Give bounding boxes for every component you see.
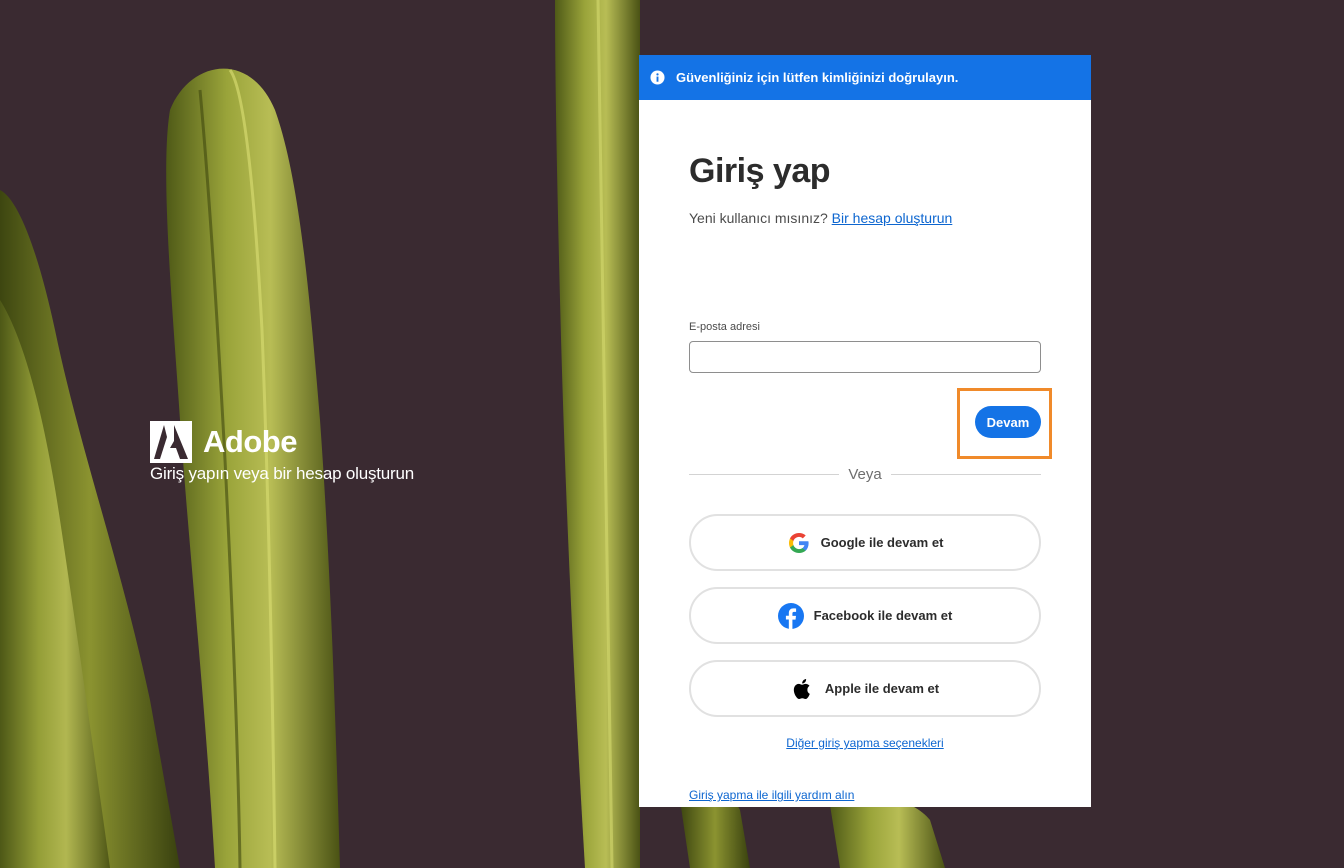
brand-name: Adobe (203, 424, 297, 459)
email-field[interactable] (689, 341, 1041, 373)
page-title: Giriş yap (689, 152, 831, 190)
continue-button[interactable]: Devam (975, 406, 1041, 438)
other-options-container: Diğer giriş yapma seçenekleri (689, 736, 1041, 750)
banner-text: Güvenliğiniz için lütfen kimliğinizi doğ… (676, 70, 959, 85)
facebook-icon (777, 602, 804, 629)
new-user-prompt: Yeni kullanıcı mısınız? Bir hesap oluştu… (689, 210, 952, 226)
signin-card: Güvenliğiniz için lütfen kimliğinizi doğ… (639, 55, 1091, 807)
new-user-text: Yeni kullanıcı mısınız? (689, 210, 828, 226)
create-account-link[interactable]: Bir hesap oluşturun (832, 210, 953, 226)
signin-help-link[interactable]: Giriş yapma ile ilgili yardım alın (689, 788, 854, 802)
google-signin-button[interactable]: Google ile devam et (689, 514, 1041, 571)
help-container: Giriş yapma ile ilgili yardım alın (689, 788, 854, 802)
info-icon (650, 70, 665, 85)
google-icon (788, 532, 809, 553)
adobe-brand: Adobe Giriş yapın veya bir hesap oluştur… (150, 421, 414, 484)
google-button-label: Google ile devam et (820, 535, 944, 550)
or-text: Veya (848, 466, 882, 483)
facebook-button-label: Facebook ile devam et (813, 608, 953, 623)
adobe-logo-icon (150, 421, 192, 463)
brand-tagline: Giriş yapın veya bir hesap oluşturun (150, 464, 414, 483)
email-label: E-posta adresi (689, 321, 760, 333)
apple-signin-button[interactable]: Apple ile devam et (689, 660, 1041, 717)
other-signin-options-link[interactable]: Diğer giriş yapma seçenekleri (786, 736, 943, 750)
apple-icon (793, 678, 810, 699)
or-divider: Veya (689, 464, 1041, 486)
facebook-signin-button[interactable]: Facebook ile devam et (689, 587, 1041, 644)
apple-button-label: Apple ile devam et (824, 681, 940, 696)
security-banner: Güvenliğiniz için lütfen kimliğinizi doğ… (639, 55, 1091, 100)
